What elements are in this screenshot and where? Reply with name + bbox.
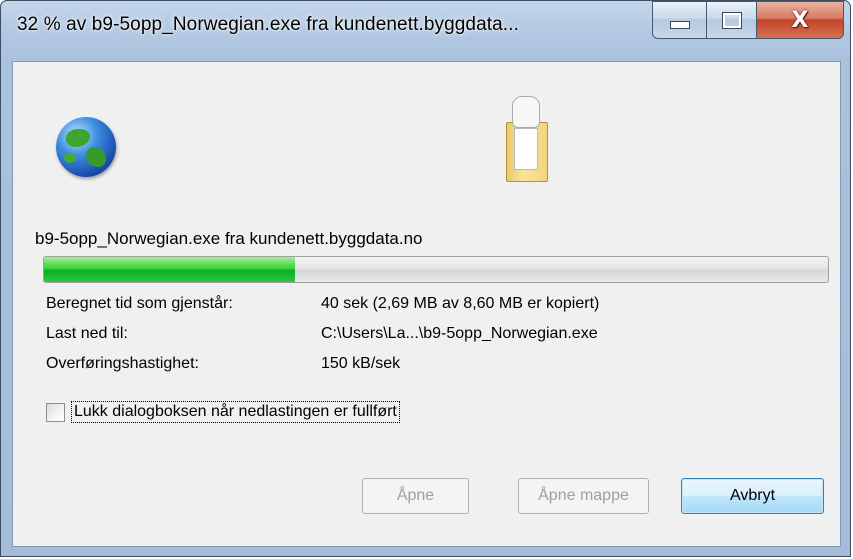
download-to-value: C:\Users\La...\b9-5opp_Norwegian.exe <box>321 325 598 342</box>
time-remaining-value: 40 sek (2,69 MB av 8,60 MB er kopiert) <box>321 295 600 312</box>
minimize-icon <box>669 21 690 29</box>
close-on-complete-checkbox[interactable] <box>46 402 65 422</box>
caption-buttons: X <box>652 1 844 41</box>
dialog-content: b9-5opp_Norwegian.exe fra kundenett.bygg… <box>12 61 841 547</box>
close-on-complete-option[interactable]: Lukk dialogboksen når nedlastingen er fu… <box>46 400 400 424</box>
transfer-rate-value: 150 kB/sek <box>321 355 401 372</box>
globe-icon <box>56 117 116 177</box>
download-progress-bar <box>43 256 829 283</box>
cancel-button[interactable]: Avbryt <box>681 478 824 514</box>
minimize-button[interactable] <box>652 1 706 39</box>
folder-icon <box>500 92 550 182</box>
download-to-label: Last ned til: <box>46 325 128 342</box>
close-on-complete-label[interactable]: Lukk dialogboksen når nedlastingen er fu… <box>71 401 400 423</box>
close-button[interactable]: X <box>756 1 844 39</box>
close-icon: X <box>791 7 809 33</box>
time-remaining-label: Beregnet tid som gjenstår: <box>46 295 233 312</box>
window-title: 32 % av b9-5opp_Norwegian.exe fra kunden… <box>17 14 519 35</box>
download-dialog-window: 32 % av b9-5opp_Norwegian.exe fra kunden… <box>0 0 851 557</box>
download-animation <box>13 62 840 212</box>
maximize-button[interactable] <box>706 1 756 39</box>
maximize-icon <box>721 11 742 29</box>
title-bar[interactable]: 32 % av b9-5opp_Norwegian.exe fra kunden… <box>1 1 850 61</box>
open-button[interactable]: Åpne <box>362 478 469 514</box>
progress-fill <box>44 257 295 282</box>
download-filename: b9-5opp_Norwegian.exe fra kundenett.bygg… <box>35 229 423 248</box>
document-icon <box>512 96 540 128</box>
transfer-rate-label: Overføringshastighet: <box>46 355 199 372</box>
open-folder-button[interactable]: Åpne mappe <box>518 478 649 514</box>
